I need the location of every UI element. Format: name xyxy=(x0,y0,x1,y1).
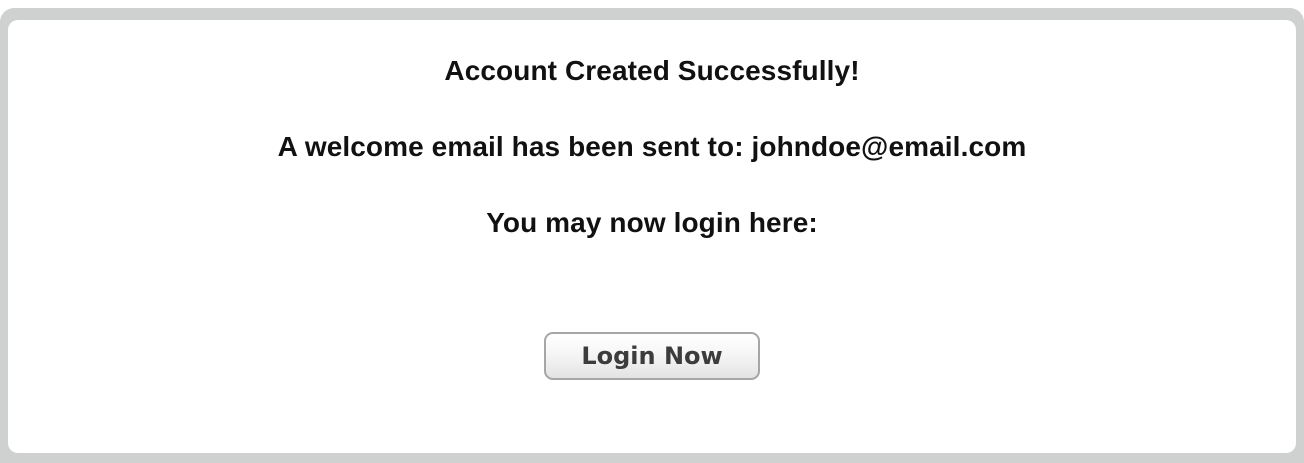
confirmation-panel: Account Created Successfully! A welcome … xyxy=(8,20,1296,453)
login-prompt: You may now login here: xyxy=(486,207,818,238)
login-now-button[interactable]: Login Now xyxy=(544,332,760,380)
welcome-email-message: A welcome email has been sent to: johndo… xyxy=(277,131,1027,162)
success-title: Account Created Successfully! xyxy=(444,55,860,86)
